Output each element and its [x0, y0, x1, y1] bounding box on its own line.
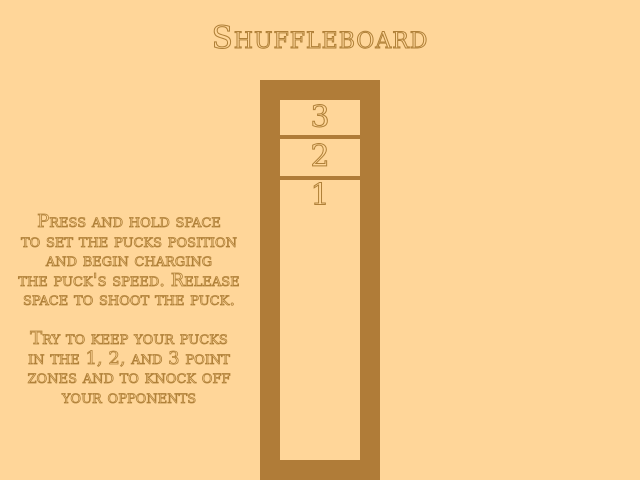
- zone-3-label: 3: [310, 100, 330, 135]
- zone-2-label: 2: [310, 139, 330, 174]
- shuffleboard-court: 3 2 1: [260, 80, 380, 480]
- game-title: Shuffleboard: [211, 20, 429, 57]
- instructions-line: to set the pucks position: [20, 230, 238, 252]
- instructions-line: the puck's speed. Release: [18, 269, 240, 291]
- instructions-text: Press and hold space to set the pucks po…: [0, 212, 258, 407]
- instructions-line: your opponents: [61, 386, 197, 408]
- shuffleboard-lane: 3 2 1: [280, 100, 360, 460]
- instructions-line: and begin charging: [45, 250, 213, 271]
- instructions-line: space to shoot the puck.: [22, 289, 236, 310]
- zone-1-label: 1: [310, 178, 330, 213]
- instructions-line: Press and hold space: [37, 211, 221, 232]
- instructions-line: zones and to knock off: [27, 367, 231, 388]
- instructions-spacer: [0, 310, 258, 330]
- instructions-line: Try to keep your pucks: [30, 328, 228, 349]
- instructions-line: in the 1, 2, and 3 point: [28, 347, 231, 369]
